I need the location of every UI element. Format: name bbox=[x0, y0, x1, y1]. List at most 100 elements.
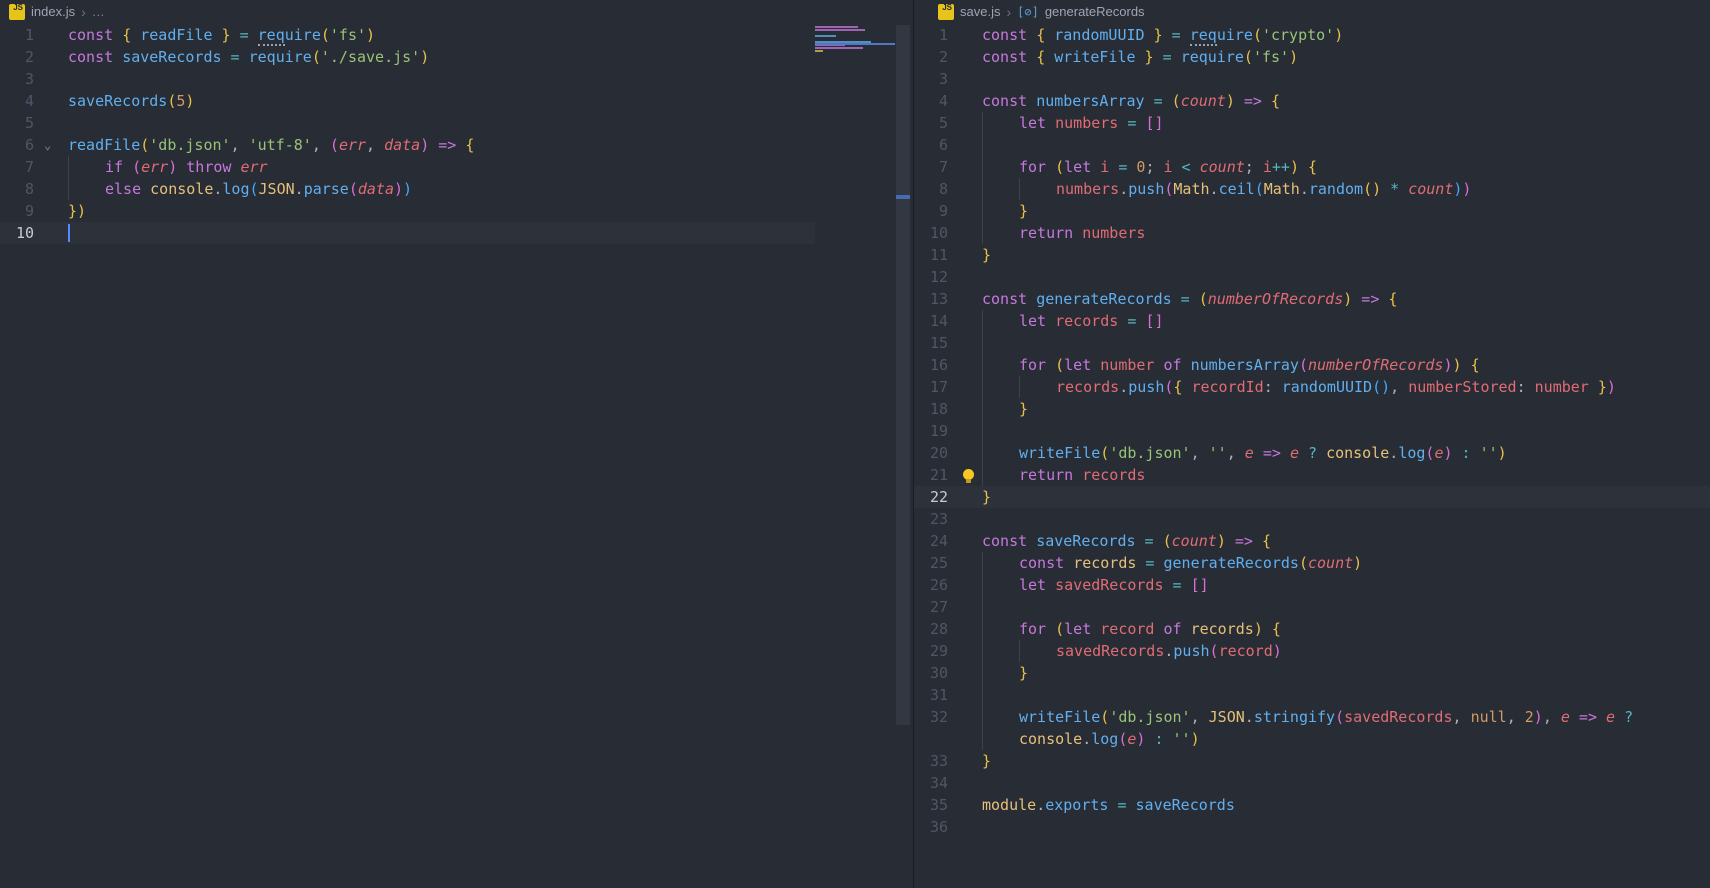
code-line-3[interactable]: 3 bbox=[914, 68, 1710, 90]
line-number[interactable]: 4 bbox=[0, 90, 68, 112]
code-line-1[interactable]: 1 const { randomUUID } = require('crypto'… bbox=[914, 24, 1710, 46]
line-number[interactable]: 18 bbox=[914, 398, 982, 420]
line-number[interactable]: 2 bbox=[0, 46, 68, 68]
line-number[interactable]: 27 bbox=[914, 596, 982, 618]
code-text[interactable]: } bbox=[982, 486, 1710, 508]
code-text[interactable] bbox=[982, 266, 1710, 288]
code-text[interactable]: const numbersArray = (count) => { bbox=[982, 90, 1710, 112]
code-text[interactable]: return numbers bbox=[982, 222, 1710, 244]
code-text[interactable]: savedRecords.push(record) bbox=[982, 640, 1710, 662]
line-number[interactable]: 19 bbox=[914, 420, 982, 442]
code-line-11[interactable]: 11} bbox=[914, 244, 1710, 266]
code-text[interactable] bbox=[68, 112, 815, 134]
line-number[interactable] bbox=[914, 728, 982, 750]
code-text[interactable]: writeFile('db.json', '', e => e ? consol… bbox=[982, 442, 1710, 464]
line-number[interactable]: 1 bbox=[0, 24, 68, 46]
line-number[interactable]: 26 bbox=[914, 574, 982, 596]
line-number[interactable]: 23 bbox=[914, 508, 982, 530]
code-line-18[interactable]: 18} bbox=[914, 398, 1710, 420]
code-text[interactable]: } bbox=[982, 662, 1710, 684]
breadcrumb-symbol-name[interactable]: generateRecords bbox=[1045, 1, 1145, 23]
code-line-21[interactable]: 21 return records bbox=[914, 464, 1710, 486]
line-number[interactable]: 3 bbox=[914, 68, 982, 90]
code-text[interactable]: readFile('db.json', 'utf-8', (err, data)… bbox=[68, 134, 815, 156]
code-text[interactable]: const records = generateRecords(count) bbox=[982, 552, 1710, 574]
line-number[interactable]: 10 bbox=[0, 222, 68, 244]
code-line-9[interactable]: 9}) bbox=[0, 200, 815, 222]
code-line-10[interactable]: 10 bbox=[0, 222, 815, 244]
line-number[interactable]: 9 bbox=[914, 200, 982, 222]
code-text[interactable]: let records = [] bbox=[982, 310, 1710, 332]
line-number[interactable]: 33 bbox=[914, 750, 982, 772]
code-line-8[interactable]: 8 else console.log(JSON.parse(data)) bbox=[0, 178, 815, 200]
code-line-24[interactable]: 24 const saveRecords = (count) => { bbox=[914, 530, 1710, 552]
breadcrumb-left[interactable]: JS index.js › … bbox=[0, 0, 913, 24]
code-line-35[interactable]: 35 module.exports = saveRecords bbox=[914, 794, 1710, 816]
code-line-4[interactable]: 4 saveRecords(5) bbox=[0, 90, 815, 112]
code-line-19[interactable]: 19 bbox=[914, 420, 1710, 442]
code-text[interactable]: }) bbox=[68, 200, 815, 222]
code-line-34[interactable]: 34 bbox=[914, 772, 1710, 794]
code-line-27[interactable]: 27 bbox=[914, 596, 1710, 618]
code-area-left[interactable]: 1 const { readFile } = require('fs') 2 cons… bbox=[0, 24, 815, 244]
line-number[interactable]: 29 bbox=[914, 640, 982, 662]
code-line-13[interactable]: 13 const generateRecords = (numberOfRecor… bbox=[914, 288, 1710, 310]
breadcrumb-file-name[interactable]: index.js bbox=[31, 1, 75, 23]
line-number[interactable]: 36 bbox=[914, 816, 982, 838]
code-text[interactable] bbox=[982, 684, 1710, 706]
code-text[interactable]: for (let i = 0; i < count; i++) { bbox=[982, 156, 1710, 178]
breadcrumb-right[interactable]: JS save.js › [⊘] generateRecords bbox=[914, 0, 1710, 24]
code-line-17[interactable]: 17 records.push({ recordId: randomUUID(),… bbox=[914, 376, 1710, 398]
code-text[interactable] bbox=[982, 508, 1710, 530]
line-number[interactable]: 35 bbox=[914, 794, 982, 816]
line-number[interactable]: 9 bbox=[0, 200, 68, 222]
code-line-14[interactable]: 14 let records = [] bbox=[914, 310, 1710, 332]
code-text[interactable]: let savedRecords = [] bbox=[982, 574, 1710, 596]
code-line-10[interactable]: 10 return numbers bbox=[914, 222, 1710, 244]
code-line-4[interactable]: 4 const numbersArray = (count) => { bbox=[914, 90, 1710, 112]
code-line-9[interactable]: 9} bbox=[914, 200, 1710, 222]
code-line-26[interactable]: 26 let savedRecords = [] bbox=[914, 574, 1710, 596]
line-number[interactable]: 20 bbox=[914, 442, 982, 464]
code-line-8[interactable]: 8 numbers.push(Math.ceil(Math.random() * … bbox=[914, 178, 1710, 200]
code-text[interactable]: if (err) throw err bbox=[68, 156, 815, 178]
line-number[interactable]: 8 bbox=[914, 178, 982, 200]
line-number[interactable]: 6 bbox=[914, 134, 982, 156]
code-text[interactable]: } bbox=[982, 398, 1710, 420]
code-text[interactable]: records.push({ recordId: randomUUID(), n… bbox=[982, 376, 1710, 398]
line-number[interactable]: 22 bbox=[914, 486, 982, 508]
line-number[interactable]: 3 bbox=[0, 68, 68, 90]
code-area-right[interactable]: 1 const { randomUUID } = require('crypto'… bbox=[914, 24, 1710, 838]
code-line-22[interactable]: 22} bbox=[914, 486, 1710, 508]
code-line-2[interactable]: 2 const saveRecords = require('./save.js'… bbox=[0, 46, 815, 68]
scrollbar-vertical[interactable] bbox=[896, 25, 910, 725]
code-text[interactable] bbox=[68, 68, 815, 90]
line-number[interactable]: 7 bbox=[914, 156, 982, 178]
code-text[interactable]: module.exports = saveRecords bbox=[982, 794, 1710, 816]
line-number[interactable]: 2 bbox=[914, 46, 982, 68]
code-line-6[interactable]: 6 bbox=[914, 134, 1710, 156]
code-text[interactable]: for (let record of records) { bbox=[982, 618, 1710, 640]
code-text[interactable] bbox=[982, 772, 1710, 794]
breadcrumb-file-name[interactable]: save.js bbox=[960, 1, 1000, 23]
line-number[interactable]: 10 bbox=[914, 222, 982, 244]
code-text[interactable]: const { readFile } = require('fs') bbox=[68, 24, 815, 46]
code-line-16[interactable]: 16 for (let number of numbersArray(number… bbox=[914, 354, 1710, 376]
code-line-7[interactable]: 7 for (let i = 0; i < count; i++) { bbox=[914, 156, 1710, 178]
code-text[interactable]: const saveRecords = (count) => { bbox=[982, 530, 1710, 552]
code-line-30[interactable]: 30} bbox=[914, 662, 1710, 684]
code-text[interactable]: for (let number of numbersArray(numberOf… bbox=[982, 354, 1710, 376]
code-line-25[interactable]: 25 const records = generateRecords(count) bbox=[914, 552, 1710, 574]
code-line-5[interactable]: 5 let numbers = [] bbox=[914, 112, 1710, 134]
line-number[interactable]: 13 bbox=[914, 288, 982, 310]
line-number[interactable]: 11 bbox=[914, 244, 982, 266]
code-line-28[interactable]: 28 for (let record of records) { bbox=[914, 618, 1710, 640]
code-text[interactable] bbox=[982, 332, 1710, 354]
code-line-31[interactable]: 31 bbox=[914, 684, 1710, 706]
code-text[interactable]: console.log(e) : '') bbox=[982, 728, 1710, 750]
code-text[interactable]: const { writeFile } = require('fs') bbox=[982, 46, 1710, 68]
code-text[interactable] bbox=[982, 420, 1710, 442]
code-line-15[interactable]: 15 bbox=[914, 332, 1710, 354]
code-text[interactable] bbox=[982, 596, 1710, 618]
code-line-20[interactable]: 20 writeFile('db.json', '', e => e ? cons… bbox=[914, 442, 1710, 464]
